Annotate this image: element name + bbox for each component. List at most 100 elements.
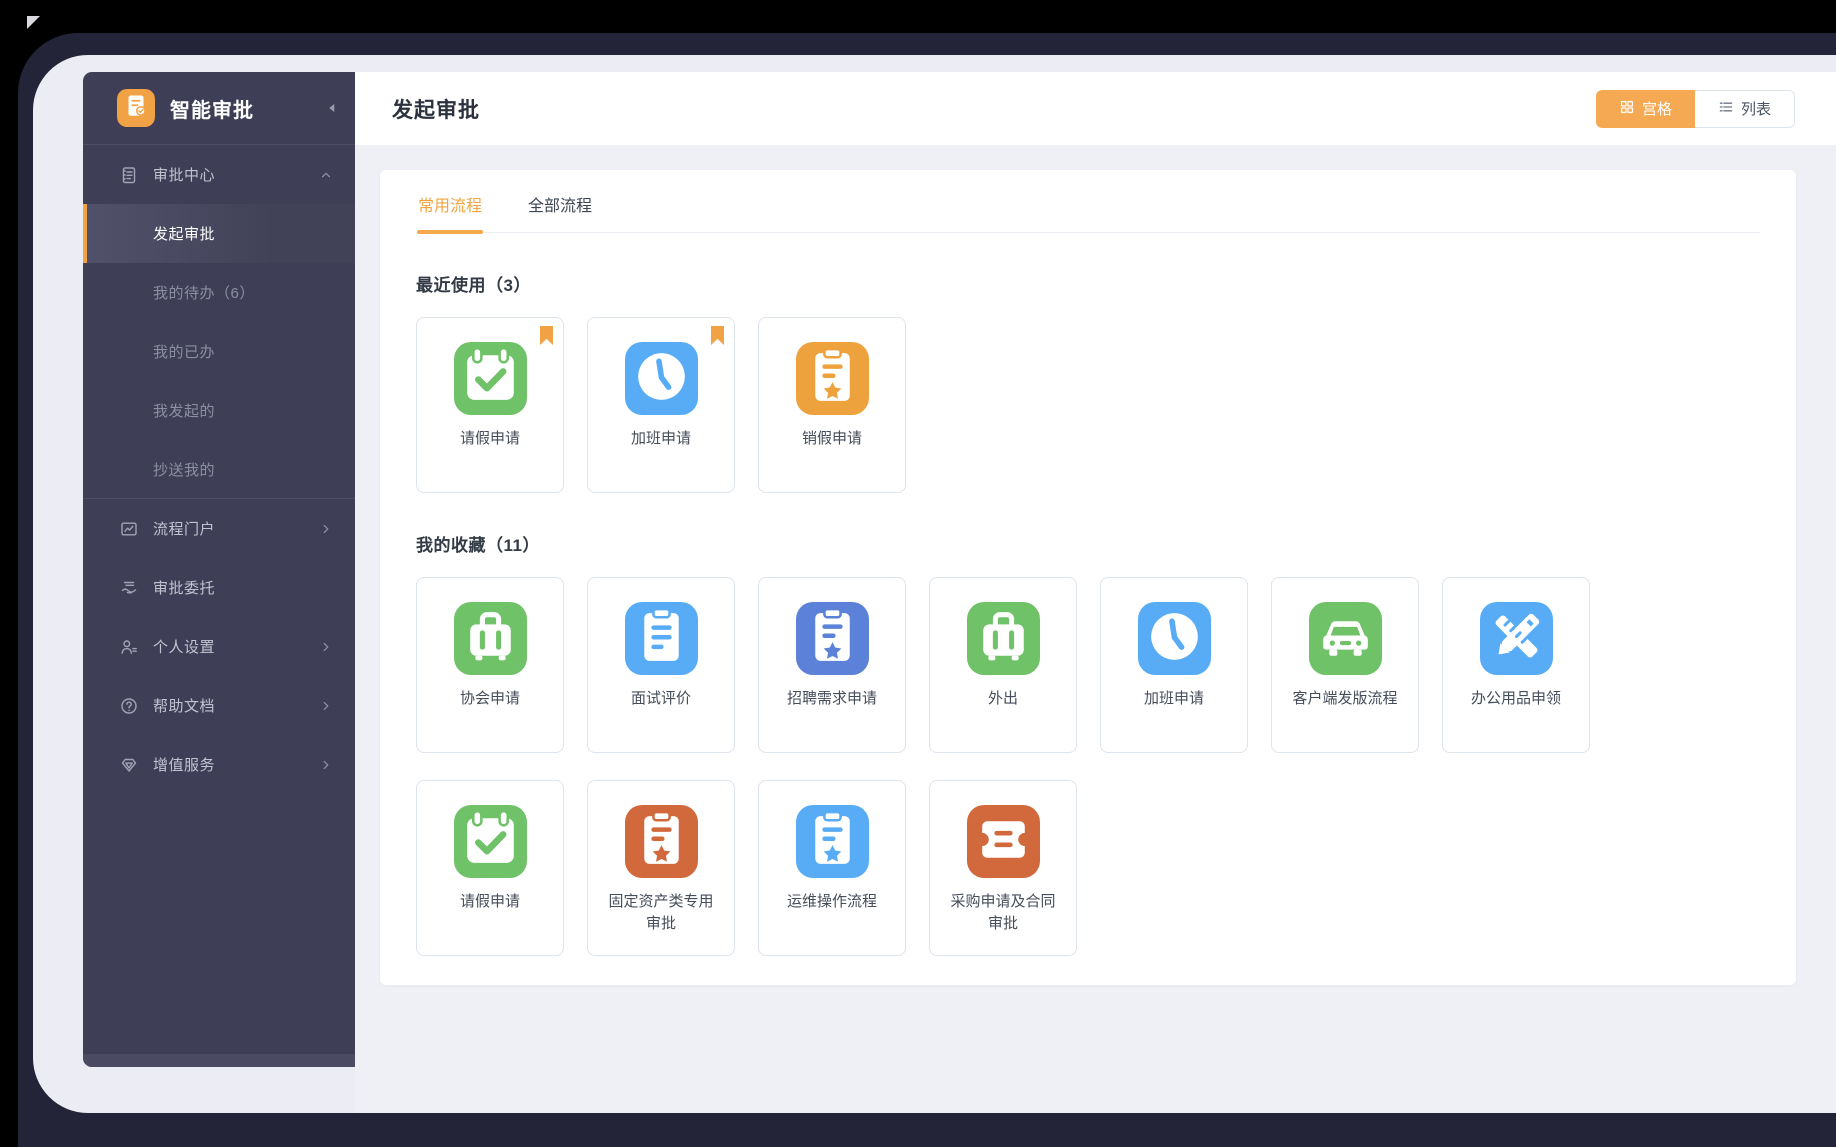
cursor-arrow-icon [27, 16, 40, 29]
card-grid: 请假申请 加班申请 销假申请 [416, 317, 1760, 493]
app-window: 智能审批 审批中心 发起审批 我的待办（6） [33, 55, 1836, 1113]
process-card[interactable]: 面试评价 [587, 577, 735, 753]
process-icon-tile [454, 602, 527, 675]
card-grid: 协会申请 面试评价 招聘需求申请 [416, 577, 1760, 956]
sections: 最近使用（3） 请假申请 加班申请 [416, 271, 1760, 956]
portal-icon [119, 519, 139, 539]
process-card[interactable]: 加班申请 [1100, 577, 1248, 753]
sidebar-nav-item[interactable]: 我的已办 [83, 322, 355, 381]
tab-label: 常用流程 [418, 198, 482, 215]
process-card[interactable]: 销假申请 [758, 317, 906, 493]
content-area: 常用流程 全部流程 最近使用（3） [355, 145, 1836, 1113]
sidebar-collapse-button[interactable] [323, 99, 341, 117]
process-card[interactable]: 加班申请 [587, 317, 735, 493]
process-tabs: 常用流程 全部流程 [416, 170, 1760, 233]
sidebar-item-label: 审批委托 [153, 577, 215, 598]
sidebar-nav: 审批中心 发起审批 我的待办（6） 我的已办 [83, 145, 355, 794]
section-title: 最近使用（3） [416, 271, 1760, 296]
process-card-label: 请假申请 [431, 428, 549, 450]
chevron-right-icon [319, 699, 333, 713]
process-icon-tile [625, 602, 698, 675]
process-card[interactable]: 请假申请 [416, 780, 564, 956]
clipboard-star-icon [625, 803, 698, 881]
grid-icon [1619, 99, 1635, 119]
sidebar-nav-item[interactable]: 我发起的 [83, 381, 355, 440]
process-card[interactable]: 外出 [929, 577, 1077, 753]
sidebar: 智能审批 审批中心 发起审批 我的待办（6） [83, 72, 355, 1067]
process-section: 我的收藏（11） 协会申请 面试评价 [416, 531, 1760, 956]
process-card[interactable]: 招聘需求申请 [758, 577, 906, 753]
sidebar-nav-item[interactable]: 发起审批 [83, 204, 355, 263]
desktop-background: 智能审批 审批中心 发起审批 我的待办（6） [0, 0, 1836, 1147]
clock-icon [1138, 600, 1211, 678]
process-icon-tile [796, 602, 869, 675]
collapse-left-icon [323, 104, 341, 121]
process-card-label: 外出 [944, 688, 1062, 710]
calendar-check-icon [454, 803, 527, 881]
sidebar-item-label: 抄送我的 [153, 459, 215, 480]
sidebar-nav-item[interactable]: 审批中心 [83, 145, 355, 204]
process-card-label: 运维操作流程 [773, 891, 891, 913]
process-icon-tile [1138, 602, 1211, 675]
sidebar-nav-item[interactable]: 增值服务 [83, 735, 355, 794]
person-icon [119, 637, 139, 657]
page-header: 发起审批 宫格 列表 [355, 72, 1836, 145]
sidebar-nav-item[interactable]: 流程门户 [83, 499, 355, 558]
main-area: 发起审批 宫格 列表 常用 [355, 72, 1836, 1113]
clipboard-star-icon [796, 600, 869, 678]
app-title: 智能审批 [170, 94, 254, 123]
view-toggle: 宫格 列表 [1596, 90, 1795, 128]
process-card[interactable]: 客户端发版流程 [1271, 577, 1419, 753]
chevron-up-icon [319, 168, 333, 182]
process-tab[interactable]: 全部流程 [526, 170, 594, 232]
clipboard-star-icon [796, 803, 869, 881]
sidebar-nav-item[interactable]: 抄送我的 [83, 440, 355, 499]
list-icon [1718, 99, 1734, 119]
section-title: 我的收藏（11） [416, 531, 1760, 556]
sidebar-item-label: 发起审批 [153, 223, 215, 244]
list-view-label: 列表 [1741, 98, 1771, 119]
process-card-label: 面试评价 [602, 688, 720, 710]
process-card[interactable]: 协会申请 [416, 577, 564, 753]
sidebar-nav-item[interactable]: 我的待办（6） [83, 263, 355, 322]
sidebar-nav-item[interactable]: 审批委托 [83, 558, 355, 617]
process-card-label: 加班申请 [1115, 688, 1233, 710]
grid-view-button[interactable]: 宫格 [1596, 90, 1695, 128]
tab-label: 全部流程 [528, 198, 592, 215]
process-card[interactable]: 固定资产类专用审批 [587, 780, 735, 956]
sidebar-item-label: 帮助文档 [153, 695, 215, 716]
page-title: 发起审批 [392, 94, 480, 124]
sidebar-nav-item[interactable]: 帮助文档 [83, 676, 355, 735]
process-icon-tile [454, 805, 527, 878]
process-icon-tile [625, 342, 698, 415]
process-card-label: 销假申请 [773, 428, 891, 450]
sidebar-item-label: 审批中心 [153, 164, 215, 185]
approval-logo-icon [121, 91, 151, 126]
pen-ruler-icon [1480, 600, 1553, 678]
process-card[interactable]: 请假申请 [416, 317, 564, 493]
clipboard-icon [119, 165, 139, 185]
bookmark-icon[interactable] [540, 326, 553, 345]
briefcase-icon [967, 600, 1040, 678]
process-card[interactable]: 运维操作流程 [758, 780, 906, 956]
process-card-label: 招聘需求申请 [773, 688, 891, 710]
chevron-right-icon [319, 640, 333, 654]
sidebar-nav-item[interactable]: 个人设置 [83, 617, 355, 676]
sidebar-item-label: 流程门户 [153, 518, 215, 539]
car-icon [1309, 600, 1382, 678]
process-card[interactable]: 办公用品申领 [1442, 577, 1590, 753]
process-card-label: 固定资产类专用审批 [602, 891, 720, 935]
calendar-check-icon [454, 340, 527, 418]
process-card[interactable]: 采购申请及合同审批 [929, 780, 1077, 956]
sidebar-header: 智能审批 [83, 72, 355, 145]
process-card-label: 采购申请及合同审批 [944, 891, 1062, 935]
list-view-button[interactable]: 列表 [1695, 90, 1795, 128]
chevron-right-icon [319, 758, 333, 772]
process-tab[interactable]: 常用流程 [416, 170, 484, 232]
sidebar-item-label: 个人设置 [153, 636, 215, 657]
process-card-label: 请假申请 [431, 891, 549, 913]
process-section: 最近使用（3） 请假申请 加班申请 [416, 271, 1760, 493]
process-icon-tile [967, 805, 1040, 878]
bookmark-icon[interactable] [711, 326, 724, 345]
process-icon-tile [454, 342, 527, 415]
